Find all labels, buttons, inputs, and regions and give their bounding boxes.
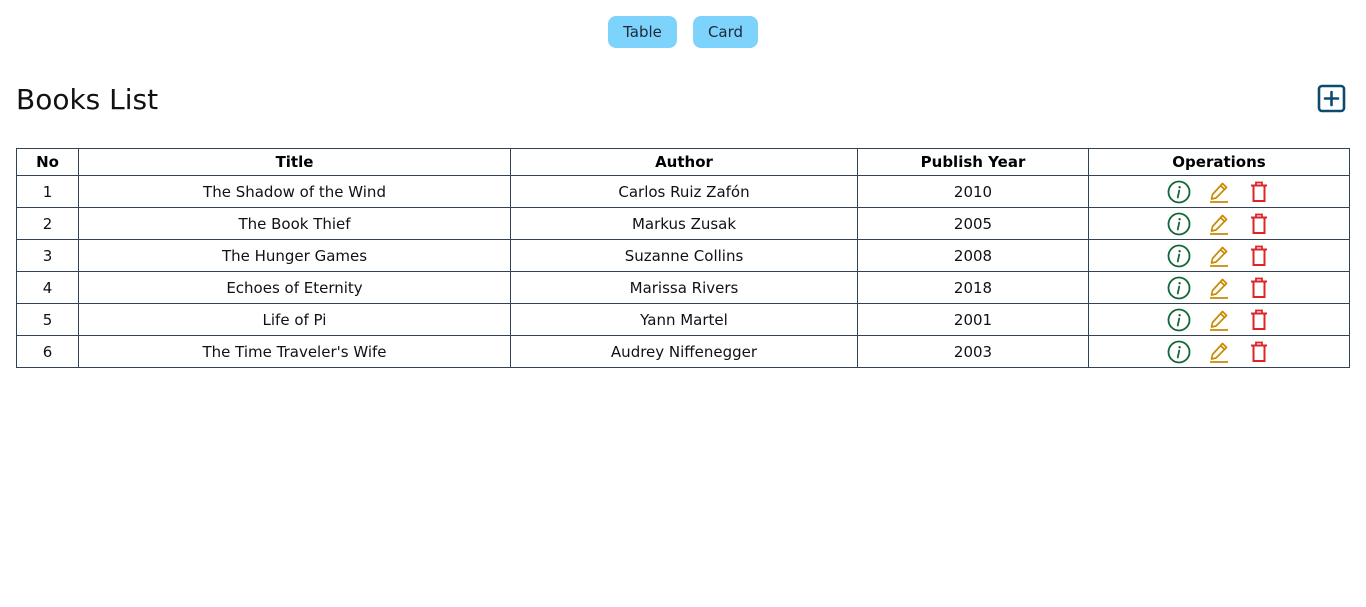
trash-icon[interactable] (1247, 276, 1271, 300)
cell-publish-year: 2010 (857, 175, 1089, 208)
column-header-publish-year: Publish Year (857, 148, 1089, 176)
operations-group (1089, 276, 1349, 300)
cell-operations (1088, 303, 1350, 336)
edit-pencil-icon[interactable] (1207, 340, 1231, 364)
cell-publish-year: 2001 (857, 303, 1089, 336)
view-toggle: Table Card (0, 16, 1366, 48)
cell-no: 1 (16, 175, 79, 208)
cell-author: Suzanne Collins (510, 239, 858, 272)
info-circle-icon[interactable] (1167, 212, 1191, 236)
cell-title: The Time Traveler's Wife (78, 335, 511, 368)
cell-operations (1088, 271, 1350, 304)
info-circle-icon[interactable] (1167, 244, 1191, 268)
cell-operations (1088, 335, 1350, 368)
cell-publish-year: 2018 (857, 271, 1089, 304)
cell-publish-year: 2005 (857, 207, 1089, 240)
cell-no: 3 (16, 239, 79, 272)
cell-author: Carlos Ruiz Zafón (510, 175, 858, 208)
trash-icon[interactable] (1247, 180, 1271, 204)
books-table: No Title Author Publish Year Operations … (16, 148, 1350, 368)
operations-group (1089, 180, 1349, 204)
cell-author: Marissa Rivers (510, 271, 858, 304)
cell-title: Echoes of Eternity (78, 271, 511, 304)
card-view-button[interactable]: Card (693, 16, 758, 48)
cell-publish-year: 2003 (857, 335, 1089, 368)
table-row: 2 The Book Thief Markus Zusak 2005 (16, 207, 1350, 240)
table-view-button[interactable]: Table (608, 16, 677, 48)
cell-no: 6 (16, 335, 79, 368)
plus-square-icon (1317, 84, 1346, 113)
column-header-title: Title (78, 148, 511, 176)
cell-operations (1088, 239, 1350, 272)
operations-group (1089, 308, 1349, 332)
info-circle-icon[interactable] (1167, 308, 1191, 332)
edit-pencil-icon[interactable] (1207, 276, 1231, 300)
cell-no: 2 (16, 207, 79, 240)
operations-group (1089, 212, 1349, 236)
table-row: 1 The Shadow of the Wind Carlos Ruiz Zafón… (16, 175, 1350, 208)
table-row: 6 The Time Traveler's Wife Audrey Niffeneg… (16, 335, 1350, 368)
cell-operations (1088, 175, 1350, 208)
operations-group (1089, 244, 1349, 268)
page-title: Books List (16, 83, 159, 116)
trash-icon[interactable] (1247, 244, 1271, 268)
table-header-row: No Title Author Publish Year Operations (16, 148, 1350, 176)
info-circle-icon[interactable] (1167, 340, 1191, 364)
cell-title: The Shadow of the Wind (78, 175, 511, 208)
cell-author: Markus Zusak (510, 207, 858, 240)
cell-no: 4 (16, 271, 79, 304)
operations-group (1089, 340, 1349, 364)
cell-title: Life of Pi (78, 303, 511, 336)
trash-icon[interactable] (1247, 212, 1271, 236)
cell-author: Audrey Niffenegger (510, 335, 858, 368)
cell-author: Yann Martel (510, 303, 858, 336)
cell-operations (1088, 207, 1350, 240)
edit-pencil-icon[interactable] (1207, 212, 1231, 236)
cell-title: The Book Thief (78, 207, 511, 240)
info-circle-icon[interactable] (1167, 180, 1191, 204)
cell-publish-year: 2008 (857, 239, 1089, 272)
column-header-no: No (16, 148, 79, 176)
edit-pencil-icon[interactable] (1207, 308, 1231, 332)
edit-pencil-icon[interactable] (1207, 244, 1231, 268)
add-book-button[interactable] (1317, 84, 1346, 113)
edit-pencil-icon[interactable] (1207, 180, 1231, 204)
cell-no: 5 (16, 303, 79, 336)
trash-icon[interactable] (1247, 308, 1271, 332)
table-row: 3 The Hunger Games Suzanne Collins 2008 (16, 239, 1350, 272)
column-header-author: Author (510, 148, 858, 176)
cell-title: The Hunger Games (78, 239, 511, 272)
column-header-operations: Operations (1088, 148, 1350, 176)
info-circle-icon[interactable] (1167, 276, 1191, 300)
trash-icon[interactable] (1247, 340, 1271, 364)
table-row: 4 Echoes of Eternity Marissa Rivers 2018 (16, 271, 1350, 304)
table-row: 5 Life of Pi Yann Martel 2001 (16, 303, 1350, 336)
